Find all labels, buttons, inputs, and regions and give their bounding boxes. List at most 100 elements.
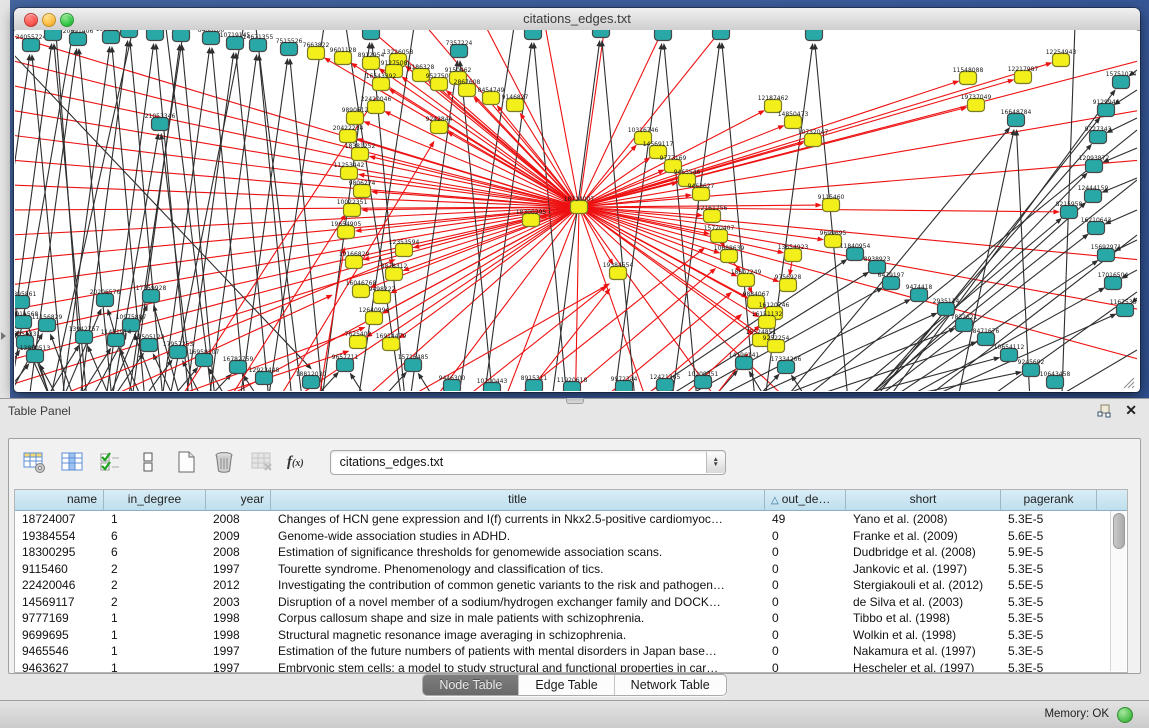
graph-node-9146827[interactable]: 9146827 — [502, 94, 529, 112]
table-row[interactable]: 1456911722003Disruption of a novel membe… — [15, 594, 1127, 611]
graph-node-20691406[interactable]: 20691406 — [63, 30, 94, 46]
new-table-icon[interactable] — [173, 449, 199, 475]
graph-node-12640994[interactable]: 12640994 — [359, 307, 390, 325]
graph-node-8878312[interactable]: 8878312 — [381, 263, 408, 281]
cell-name: 9465546 — [15, 643, 104, 660]
graph-node-6479197[interactable]: 6479197 — [878, 272, 905, 290]
column-header-year[interactable]: year — [206, 490, 271, 510]
graph-node-7663822[interactable]: 7663822 — [303, 42, 330, 60]
combobox-stepper-icon[interactable]: ▲▼ — [706, 452, 725, 473]
table-row[interactable]: 969969511998Structural magnetic resonanc… — [15, 627, 1127, 644]
graph-node-16648784[interactable]: 16648784 — [1001, 109, 1032, 127]
table-row[interactable]: 1872400712008Changes of HCN gene express… — [15, 511, 1127, 528]
graph-node-9756928[interactable]: 9756928 — [775, 274, 802, 292]
column-header-name[interactable]: name — [15, 490, 104, 510]
edge-arrowhead — [863, 272, 870, 278]
graph-node-15723722[interactable]: 15723722 — [706, 30, 737, 40]
column-header-pagerank[interactable]: pagerank — [1001, 490, 1097, 510]
graph-node-8454749[interactable]: 8454749 — [478, 87, 505, 105]
graph-node-8471676[interactable]: 8471676 — [973, 328, 1000, 346]
graph-node-19737049[interactable]: 19737049 — [961, 94, 992, 112]
panel-expand-arrow-icon[interactable] — [1, 332, 6, 340]
graph-node-20206576[interactable]: 20206576 — [90, 289, 121, 307]
graph-node-17016504[interactable]: 17016504 — [1098, 272, 1129, 290]
graph-node-15751074[interactable]: 15751074 — [1106, 71, 1137, 89]
cell-name: 9463627 — [15, 660, 104, 674]
row-check-icon[interactable] — [97, 449, 123, 475]
network-window-titlebar[interactable]: citations_edges.txt — [14, 8, 1140, 31]
table-row[interactable]: 1830029562008Estimation of significance … — [15, 544, 1127, 561]
window-resize-grip[interactable] — [1122, 376, 1135, 389]
column-header-in_degree[interactable]: in_degree — [104, 490, 206, 510]
column-select-icon[interactable] — [59, 449, 85, 475]
network-canvas[interactable]: 2405572418835519206914061956537020637176… — [15, 30, 1137, 391]
table-row[interactable]: 977716911998Corpus callosum shape and si… — [15, 610, 1127, 627]
column-header-out_de[interactable]: △out_de… — [765, 490, 846, 510]
graph-node-16914479[interactable]: 16914479 — [376, 333, 407, 351]
table-vertical-scrollbar[interactable] — [1110, 511, 1126, 671]
merge-rows-icon[interactable] — [135, 449, 161, 475]
graph-node-12187462[interactable]: 12187462 — [758, 95, 789, 113]
graph-node-13850513[interactable]: 13850513 — [20, 345, 51, 363]
table-selector-combobox[interactable]: citations_edges.txt ▲▼ — [330, 450, 726, 475]
edge-arrowhead — [429, 141, 434, 148]
graph-node-8915311[interactable]: 8915311 — [521, 375, 548, 391]
graph-node-12093872[interactable]: 12093872 — [1079, 155, 1110, 173]
graph-node-9227343[interactable]: 9227343 — [1085, 126, 1112, 144]
column-header-short[interactable]: short — [846, 490, 1001, 510]
graph-node-16849766[interactable]: 16849766 — [648, 30, 679, 41]
graph-node-17359928[interactable]: 17359928 — [136, 285, 167, 303]
graph-node-10643458[interactable]: 10643458 — [1040, 371, 1071, 389]
graph-node-10688639[interactable]: 10688639 — [714, 245, 745, 263]
graph-node-11920618[interactable]: 11920618 — [557, 377, 588, 391]
graph-node-16053803[interactable]: 16053803 — [356, 30, 387, 40]
delete-rows-icon[interactable] — [211, 449, 237, 475]
graph-node-14196141[interactable]: 14196141 — [729, 352, 760, 370]
table-settings-icon[interactable] — [21, 449, 47, 475]
graph-node-18607249[interactable]: 18607249 — [731, 269, 762, 287]
graph-node-7515526[interactable]: 7515526 — [276, 38, 303, 56]
table-row[interactable]: 946362711997Embryonic stem cells: a mode… — [15, 660, 1127, 674]
graph-node-21053346[interactable]: 21053346 — [145, 113, 176, 131]
table-row[interactable]: 911546021997Tourette syndrome. Phenomeno… — [15, 561, 1127, 578]
graph-node-10200443[interactable]: 10200443 — [477, 378, 508, 391]
table-row[interactable]: 946554611997Estimation of the future num… — [15, 643, 1127, 660]
graph-node-9129946[interactable]: 9129946 — [1093, 99, 1120, 117]
graph-node-9657711[interactable]: 9657711 — [332, 354, 359, 372]
tab-edge-table[interactable]: Edge Table — [519, 675, 614, 695]
graph-node-8938923[interactable]: 8938923 — [864, 256, 891, 274]
cell-in_degree: 1 — [104, 511, 206, 528]
graph-node-10209351[interactable]: 10209351 — [688, 371, 719, 389]
network-window[interactable]: citations_edges.txt 24055724188355192069… — [14, 8, 1140, 392]
graph-node-9115460[interactable]: 9115460 — [818, 194, 845, 212]
graph-node-8113044[interactable]: 8113044 — [801, 30, 828, 41]
close-panel-icon[interactable]: ✕ — [1125, 402, 1137, 418]
graph-node-13942757[interactable]: 13942757 — [69, 326, 100, 344]
graph-node-15692971[interactable]: 15692971 — [1091, 244, 1122, 262]
scrollbar-thumb[interactable] — [1113, 513, 1125, 549]
graph-node-14671355[interactable]: 14671355 — [243, 34, 274, 52]
table-row[interactable]: 1938455462009Genome-wide association stu… — [15, 528, 1127, 545]
graph-node-8813304[interactable]: 8813304 — [520, 30, 547, 40]
graph-node-12161756[interactable]: 12161756 — [697, 205, 728, 223]
table-row[interactable]: 2242004622012Investigating the contribut… — [15, 577, 1127, 594]
graph-node-2867608[interactable]: 2867608 — [454, 79, 481, 97]
graph-node-16543392[interactable]: 16543392 — [366, 73, 397, 91]
graph-node-24055724[interactable]: 24055724 — [16, 34, 47, 52]
graph-node-17334266[interactable]: 17334266 — [771, 356, 802, 374]
graph-node-11451914[interactable]: 11451914 — [101, 329, 132, 347]
graph-node-10655257[interactable]: 10655257 — [140, 30, 171, 41]
tab-network-table[interactable]: Network Table — [615, 675, 726, 695]
float-window-icon[interactable] — [1097, 404, 1111, 418]
graph-node-15276022[interactable]: 15276022 — [166, 30, 197, 42]
graph-node-9601128[interactable]: 9601128 — [330, 47, 357, 65]
column-header-title[interactable]: title — [271, 490, 765, 510]
node-label: 15716485 — [398, 354, 429, 361]
citation-network-graph[interactable]: 2405572418835519206914061956537020637176… — [15, 30, 1137, 391]
tab-node-table[interactable]: Node Table — [423, 675, 519, 695]
memory-status-icon[interactable] — [1117, 707, 1133, 723]
graph-node-18131042[interactable]: 18131042 — [586, 30, 617, 38]
graph-node-16210643[interactable]: 16210643 — [1081, 217, 1112, 235]
graph-node-12444159[interactable]: 12444159 — [1078, 185, 1109, 203]
function-builder-icon[interactable]: f(x) — [287, 454, 304, 471]
